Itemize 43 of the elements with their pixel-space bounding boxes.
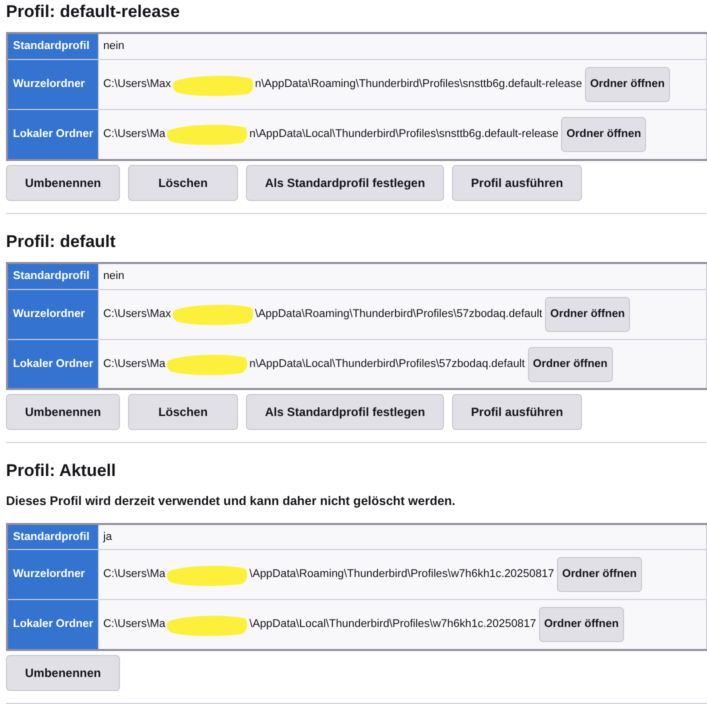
profile-heading: Profil: Aktuell bbox=[6, 460, 117, 482]
path-text: C:\Users\Max bbox=[103, 306, 171, 322]
path-text: C:\Users\Ma bbox=[103, 617, 166, 632]
profile-action-button[interactable]: Als Standardprofil festlegen bbox=[246, 164, 444, 201]
open-folder-button[interactable]: Ordner öffnen bbox=[561, 117, 646, 152]
row-header: Lokaler Ordner bbox=[7, 600, 99, 650]
open-folder-button[interactable]: Ordner öffnen bbox=[528, 346, 612, 382]
profile-action-button[interactable]: Umbenennen bbox=[6, 394, 120, 430]
row-header: Wurzelordner bbox=[7, 550, 99, 600]
row-header: Standardprofil bbox=[7, 263, 99, 290]
value-cell: nein bbox=[98, 33, 706, 60]
open-folder-button[interactable]: Ordner öffnen bbox=[557, 557, 642, 592]
row-header: Lokaler Ordner bbox=[7, 110, 99, 160]
path-text: C:\Users\Max bbox=[103, 77, 171, 92]
profile-action-button[interactable]: Als Standardprofil festlegen bbox=[246, 394, 444, 430]
row-header: Standardprofil bbox=[7, 524, 99, 550]
path-text: \AppData\Roaming\Thunderbird\Profiles\w7h6kh1c.20250817 bbox=[249, 567, 554, 582]
profile-action-button[interactable]: Profil ausführen bbox=[452, 164, 582, 201]
path-text: C:\Users\Ma bbox=[103, 567, 166, 582]
value-cell: ja bbox=[98, 524, 706, 550]
profile-heading: Profil: default-release bbox=[6, 1, 181, 23]
path-text: n\AppData\Roaming\Thunderbird\Profiles\snsttb6g.default-release bbox=[254, 77, 582, 92]
row-header: Lokaler Ordner bbox=[7, 339, 99, 390]
profile-action-button[interactable]: Löschen bbox=[128, 394, 238, 430]
profile-heading: Profil: default bbox=[6, 230, 117, 253]
value-cell: nein bbox=[98, 263, 706, 290]
open-folder-button[interactable]: Ordner öffnen bbox=[585, 67, 670, 102]
path-text: C:\Users\Ma bbox=[103, 356, 166, 372]
path-text: \AppData\Roaming\Thunderbird\Profiles\57zbodaq.default bbox=[254, 306, 542, 322]
open-folder-button[interactable]: Ordner öffnen bbox=[539, 607, 624, 642]
open-folder-button[interactable]: Ordner öffnen bbox=[545, 296, 630, 332]
path-text: \AppData\Local\Thunderbird\Profiles\w7h6kh1c.20250817 bbox=[249, 617, 536, 632]
profile-action-button[interactable]: Profil ausführen bbox=[452, 394, 582, 430]
row-header: Wurzelordner bbox=[7, 60, 99, 110]
path-text: n\AppData\Local\Thunderbird\Profiles\57zbodaq.default bbox=[249, 356, 525, 372]
row-header: Standardprofil bbox=[7, 33, 99, 60]
profile-note: Dieses Profil wird derzeit verwendet und kann daher nicht gelöscht werden. bbox=[6, 492, 456, 510]
profile-action-button[interactable]: Löschen bbox=[128, 164, 238, 201]
path-text: C:\Users\Ma bbox=[103, 127, 166, 142]
profile-action-button[interactable]: Umbenennen bbox=[6, 164, 120, 201]
path-text: n\AppData\Local\Thunderbird\Profiles\snsttb6g.default-release bbox=[249, 127, 558, 142]
profile-action-button[interactable]: Umbenennen bbox=[6, 654, 120, 691]
row-header: Wurzelordner bbox=[7, 289, 99, 340]
